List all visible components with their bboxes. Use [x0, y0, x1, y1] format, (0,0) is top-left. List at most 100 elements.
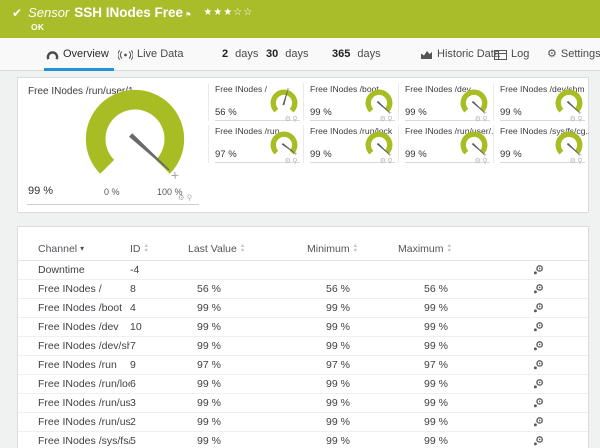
cell-minimum: 99 % — [307, 340, 398, 352]
gauge-card[interactable]: Free INodes /run 97 %⚙⚲ — [208, 125, 303, 163]
tab-historic-data[interactable]: Historic Data — [420, 38, 500, 71]
table-header-row: Channel▾ ID▲▼ Last Value▲▼ Minimum▲▼ Max… — [18, 237, 588, 261]
tab-settings[interactable]: ⚙ Settings — [547, 38, 600, 71]
status-ok-check-icon: ✔ — [12, 6, 22, 20]
cell-last-value: 99 % — [188, 340, 307, 352]
channel-settings-icon[interactable] — [533, 435, 544, 447]
tab-30-days[interactable]: 30days — [266, 38, 309, 71]
channel-settings-icon[interactable] — [533, 302, 544, 314]
tab-365-days[interactable]: 365days — [332, 38, 381, 71]
tab-live-data[interactable]: Live Data — [118, 38, 183, 71]
cell-minimum: 99 % — [307, 435, 398, 447]
cell-maximum: 99 % — [398, 416, 533, 428]
gauge-card[interactable]: Free INodes /dev 99 %⚙⚲ — [398, 83, 493, 121]
primary-gauge — [76, 80, 194, 203]
cell-channel: Free INodes /dev — [38, 321, 130, 333]
cell-last-value: 99 % — [188, 416, 307, 428]
cell-id: 9 — [130, 359, 188, 371]
priority-stars[interactable]: ★★★☆☆ — [203, 7, 253, 18]
column-header-minimum[interactable]: Minimum▲▼ — [307, 243, 398, 255]
pin-icon[interactable]: ⚲ — [387, 158, 394, 165]
table-row[interactable]: Free INodes /dev/shm799 %99 %99 % — [18, 337, 588, 356]
cell-channel: Downtime — [38, 264, 130, 276]
primary-channel-gauge-card: Free INodes /run/user/1 99 % 0 % 100 % ⚙… — [18, 78, 207, 212]
gauge-card[interactable]: Free INodes /run/user/... 99 %⚙⚲ — [398, 125, 493, 163]
channel-settings-icon[interactable] — [533, 283, 544, 295]
channel-settings-icon[interactable] — [533, 397, 544, 409]
flag-icon[interactable]: ⚑ — [185, 11, 191, 19]
cell-channel: Free INodes /dev/shm — [38, 340, 130, 352]
gauge-card[interactable]: Free INodes / 56 %⚙⚲ — [208, 83, 303, 121]
channel-settings-icon[interactable] — [533, 359, 544, 371]
pin-icon[interactable]: ⚲ — [577, 158, 584, 165]
gauge-card[interactable]: Free INodes /dev/shm 99 %⚙⚲ — [493, 83, 588, 121]
cell-last-value: 99 % — [188, 321, 307, 333]
column-header-channel[interactable]: Channel▾ — [38, 243, 130, 255]
cell-maximum: 99 % — [398, 378, 533, 390]
tab-2-days[interactable]: 2days — [222, 38, 258, 71]
cell-channel: Free INodes /sys/fs/cgr... — [38, 435, 130, 447]
cell-last-value: 56 % — [188, 283, 307, 295]
table-row[interactable]: Free INodes /dev1099 %99 %99 % — [18, 318, 588, 337]
pin-icon[interactable]: ⚲ — [187, 193, 195, 202]
cell-id: 8 — [130, 283, 188, 295]
gauge-grid: Free INodes / 56 %⚙⚲Free INodes /boot 99… — [208, 83, 588, 163]
table-row[interactable]: Free INodes /run997 %97 %97 % — [18, 356, 588, 375]
pin-icon[interactable]: ⚲ — [482, 116, 489, 123]
pin-icon[interactable]: ⚲ — [292, 116, 299, 123]
column-header-id[interactable]: ID▲▼ — [130, 243, 188, 255]
table-row[interactable]: Free INodes /sys/fs/cgr...599 %99 %99 % — [18, 432, 588, 448]
cell-id: 4 — [130, 302, 188, 314]
tab-log[interactable]: Log — [494, 38, 529, 71]
cell-id: 7 — [130, 340, 188, 352]
table-row[interactable]: Downtime-4 — [18, 261, 588, 280]
gear-icon: ⚙ — [547, 38, 557, 71]
channel-settings-icon[interactable] — [533, 321, 544, 333]
gauge-title: Free INodes / — [215, 84, 267, 94]
pin-icon[interactable]: ⚲ — [292, 158, 299, 165]
cell-last-value: 99 % — [188, 397, 307, 409]
gauge-card[interactable]: Free INodes /boot 99 %⚙⚲ — [303, 83, 398, 121]
tab-overview[interactable]: Overview — [46, 38, 109, 71]
gauge-value: 97 % — [215, 149, 237, 160]
table-row[interactable]: Free INodes /run/user/1399 %99 %99 % — [18, 394, 588, 413]
channel-settings-icon[interactable] — [533, 416, 544, 428]
cell-id: 6 — [130, 378, 188, 390]
cell-last-value: 99 % — [188, 378, 307, 390]
cell-maximum: 97 % — [398, 359, 533, 371]
sort-icon: ▲▼ — [240, 244, 245, 253]
cell-minimum: 99 % — [307, 378, 398, 390]
gauge-value: 99 % — [500, 107, 522, 118]
cell-id: 2 — [130, 416, 188, 428]
pin-icon[interactable]: ⚲ — [482, 158, 489, 165]
gear-icon[interactable]: ⚙ — [178, 193, 187, 202]
pin-icon[interactable]: ⚲ — [387, 116, 394, 123]
cell-channel: Free INodes /run — [38, 359, 130, 371]
cell-last-value: 97 % — [188, 359, 307, 371]
cell-minimum: 99 % — [307, 397, 398, 409]
table-row[interactable]: Free INodes /boot499 %99 %99 % — [18, 299, 588, 318]
table-row[interactable]: Free INodes /856 %56 %56 % — [18, 280, 588, 299]
table-row[interactable]: Free INodes /run/lock699 %99 %99 % — [18, 375, 588, 394]
active-tab-indicator — [44, 68, 114, 71]
sensor-status-bar: ✔ Sensor SSH INodes Free ⚑ ★★★☆☆ OK — [0, 0, 600, 38]
cell-minimum: 99 % — [307, 416, 398, 428]
status-badge: OK — [31, 22, 44, 32]
column-header-maximum[interactable]: Maximum▲▼ — [398, 243, 533, 255]
gauge-value: 99 % — [28, 185, 53, 197]
overview-panel: Free INodes /run/user/1 99 % 0 % 100 % ⚙… — [17, 77, 589, 213]
channel-settings-icon[interactable] — [533, 340, 544, 352]
pin-icon[interactable]: ⚲ — [577, 116, 584, 123]
channel-settings-icon[interactable] — [533, 378, 544, 390]
table-row[interactable]: Free INodes /run/user/1299 %99 %99 % — [18, 413, 588, 432]
gauge-value: 99 % — [500, 149, 522, 160]
sort-desc-icon: ▾ — [80, 244, 84, 253]
gauge-card[interactable]: Free INodes /sys/fs/cg... 99 %⚙⚲ — [493, 125, 588, 163]
signal-icon — [118, 50, 133, 60]
cell-minimum: 99 % — [307, 302, 398, 314]
cell-last-value: 99 % — [188, 435, 307, 447]
channel-settings-icon[interactable] — [533, 264, 544, 276]
column-header-last-value[interactable]: Last Value▲▼ — [188, 243, 307, 255]
gauge-card[interactable]: Free INodes /run/lock 99 %⚙⚲ — [303, 125, 398, 163]
sort-icon: ▲▼ — [144, 244, 149, 253]
